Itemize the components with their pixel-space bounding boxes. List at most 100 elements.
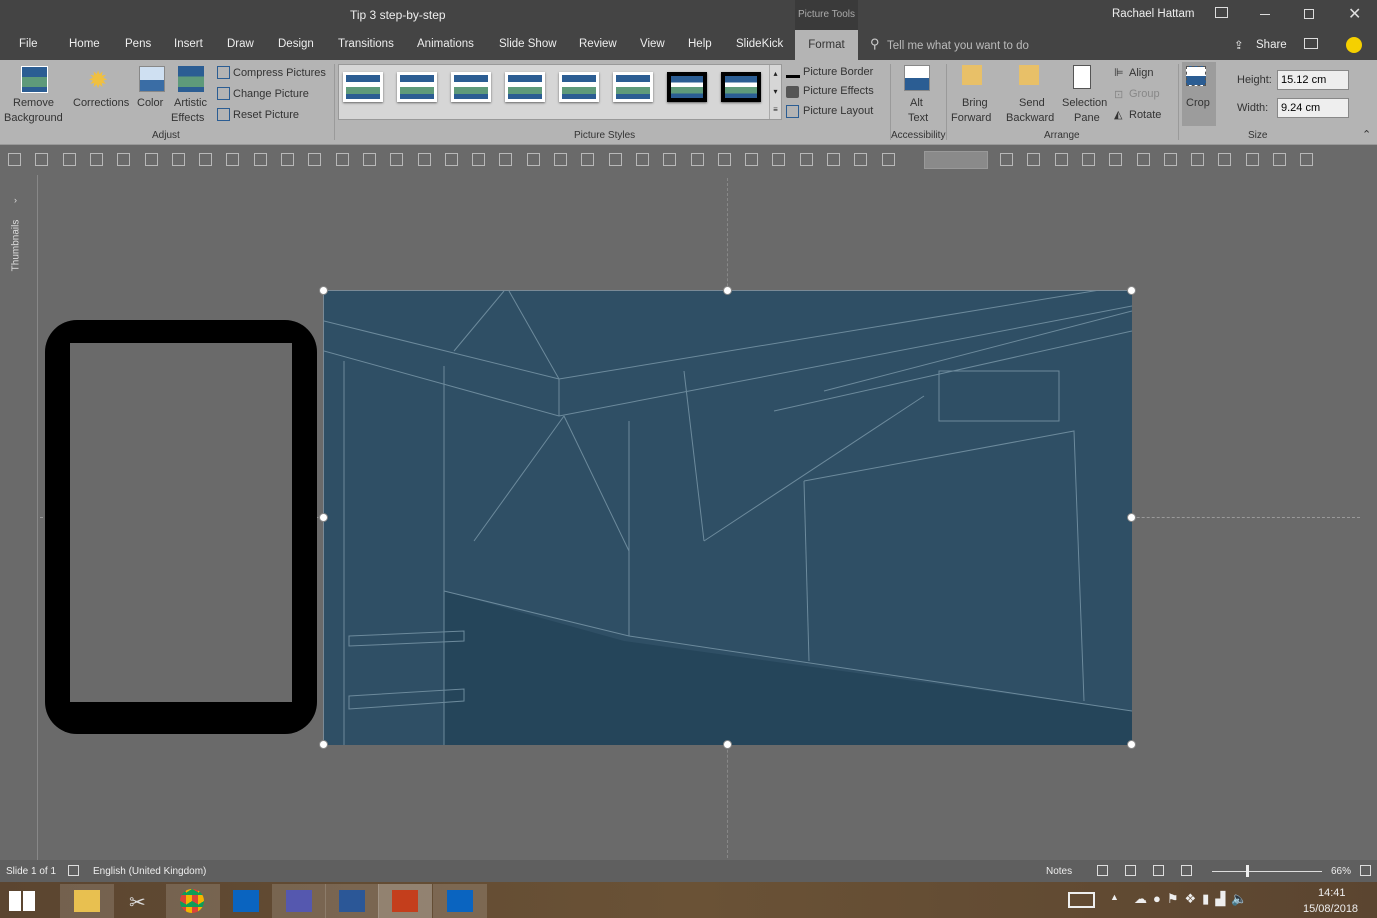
minimize-button[interactable]: [1260, 14, 1270, 15]
quick-toolbar-button[interactable]: [1109, 153, 1123, 166]
restore-button[interactable]: [1304, 9, 1314, 19]
outlook-icon-2[interactable]: [433, 884, 487, 918]
quick-toolbar-button[interactable]: [608, 153, 622, 166]
resize-handle[interactable]: [319, 513, 328, 522]
compress-pictures-button[interactable]: Compress Pictures: [233, 67, 326, 79]
zoom-slider[interactable]: [1212, 871, 1322, 872]
resize-handle[interactable]: [1127, 740, 1136, 749]
smiley-feedback-icon[interactable]: [1346, 37, 1362, 53]
quick-toolbar-button[interactable]: [62, 153, 76, 166]
zoom-slider-thumb[interactable]: [1246, 865, 1249, 877]
quick-toolbar-button[interactable]: [663, 153, 677, 166]
quick-toolbar-button[interactable]: [499, 153, 513, 166]
quick-toolbar-button[interactable]: [635, 153, 649, 166]
quick-toolbar-button[interactable]: [581, 153, 595, 166]
quick-toolbar-button[interactable]: [144, 153, 158, 166]
send-backward-button[interactable]: Send: [1019, 97, 1045, 109]
share-button[interactable]: Share: [1256, 39, 1287, 51]
snipping-tool-icon[interactable]: ✂: [113, 884, 167, 918]
ribbon-display-icon[interactable]: [1215, 7, 1228, 18]
selection-pane-button[interactable]: Selection: [1062, 97, 1107, 109]
tab-review[interactable]: Review: [579, 38, 617, 50]
clock-date[interactable]: 15/08/2018: [1303, 903, 1358, 915]
quick-toolbar-button[interactable]: [199, 153, 213, 166]
gallery-scroll[interactable]: ▴ ▾ ≡: [769, 65, 781, 119]
quick-toolbar-button[interactable]: [444, 153, 458, 166]
quick-toolbar-button[interactable]: [1300, 153, 1314, 166]
quick-toolbar-button[interactable]: [1054, 153, 1068, 166]
quick-toolbar-button[interactable]: [308, 153, 322, 166]
tab-pens[interactable]: Pens: [125, 38, 151, 50]
picture-effects-button[interactable]: Picture Effects: [803, 85, 874, 97]
fit-to-window-icon[interactable]: [1360, 865, 1371, 876]
quick-toolbar-button[interactable]: [117, 153, 131, 166]
width-input[interactable]: [1277, 98, 1349, 118]
crop-area[interactable]: [70, 343, 292, 702]
quick-toolbar-button[interactable]: [171, 153, 185, 166]
quick-toolbar-button[interactable]: [226, 153, 240, 166]
tab-home[interactable]: Home: [69, 38, 100, 50]
outlook-icon[interactable]: [219, 884, 273, 918]
comments-icon[interactable]: [1304, 38, 1318, 49]
quick-toolbar-button[interactable]: [554, 153, 567, 166]
quick-toolbar-button[interactable]: [526, 153, 540, 166]
quick-toolbar-button[interactable]: [881, 153, 895, 166]
quick-toolbar-button[interactable]: [8, 153, 21, 166]
height-input[interactable]: [1277, 70, 1349, 90]
quick-toolbar-button[interactable]: [690, 153, 704, 166]
quick-toolbar-button[interactable]: [1273, 153, 1286, 166]
resize-handle[interactable]: [1127, 286, 1136, 295]
picture-border-button[interactable]: Picture Border: [803, 66, 873, 78]
quick-toolbar-button[interactable]: [1027, 153, 1041, 166]
tab-slidekick[interactable]: SlideKick: [736, 38, 783, 50]
reset-picture-button[interactable]: Reset Picture: [233, 109, 299, 121]
quick-toolbar-button[interactable]: [854, 153, 868, 166]
quick-toolbar-button[interactable]: [390, 153, 404, 166]
tab-slide-show[interactable]: Slide Show: [499, 38, 557, 50]
corrections-button[interactable]: Corrections: [73, 97, 129, 109]
group-button[interactable]: Group: [1129, 88, 1160, 100]
remove-background-button[interactable]: Remove: [13, 97, 54, 109]
tab-insert[interactable]: Insert: [174, 38, 203, 50]
word-icon[interactable]: [325, 884, 379, 918]
rotate-button[interactable]: Rotate: [1129, 109, 1161, 121]
tab-file[interactable]: File: [19, 38, 38, 50]
slide-sorter-icon[interactable]: [1125, 865, 1136, 876]
quick-toolbar-button[interactable]: [1000, 153, 1013, 166]
quick-toolbar-button[interactable]: [472, 153, 486, 166]
tab-format[interactable]: Format: [795, 30, 858, 60]
tab-animations[interactable]: Animations: [417, 38, 474, 50]
change-picture-button[interactable]: Change Picture: [233, 88, 309, 100]
picture-style-option[interactable]: [613, 72, 653, 102]
windows-start-icon[interactable]: [9, 891, 35, 911]
powerpoint-icon[interactable]: [378, 884, 432, 918]
thumbnails-pane[interactable]: › Thumbnails: [0, 175, 38, 860]
align-button[interactable]: Align: [1129, 67, 1153, 79]
tab-transitions[interactable]: Transitions: [338, 38, 394, 50]
show-hidden-icons[interactable]: ▲: [1110, 892, 1119, 902]
reading-view-icon[interactable]: [1153, 865, 1164, 876]
alt-text-button[interactable]: Alt: [910, 97, 923, 109]
phone-frame-shape[interactable]: [45, 320, 317, 734]
picture-style-option[interactable]: [559, 72, 599, 102]
quick-toolbar-button[interactable]: [827, 153, 840, 166]
quick-toolbar-button[interactable]: [253, 153, 267, 166]
picture-style-option[interactable]: [505, 72, 545, 102]
resize-handle[interactable]: [1127, 513, 1136, 522]
picture-style-option[interactable]: [451, 72, 491, 102]
resize-handle[interactable]: [723, 286, 732, 295]
crop-button[interactable]: Crop: [1182, 62, 1216, 126]
tab-view[interactable]: View: [640, 38, 665, 50]
notes-button[interactable]: Notes: [1046, 866, 1072, 877]
quick-toolbar-button[interactable]: [1245, 153, 1259, 166]
tab-design[interactable]: Design: [278, 38, 314, 50]
quick-toolbar-button[interactable]: [717, 153, 731, 166]
picture-layout-button[interactable]: Picture Layout: [803, 105, 873, 117]
picture-style-option[interactable]: [397, 72, 437, 102]
quick-toolbar-button[interactable]: [417, 153, 431, 166]
quick-toolbar-button[interactable]: [1136, 153, 1150, 166]
quick-toolbar-button[interactable]: [362, 153, 376, 166]
file-explorer-icon[interactable]: [60, 884, 114, 918]
picture-styles-gallery[interactable]: ▴ ▾ ≡: [338, 64, 782, 120]
quick-toolbar-button[interactable]: [35, 153, 49, 166]
